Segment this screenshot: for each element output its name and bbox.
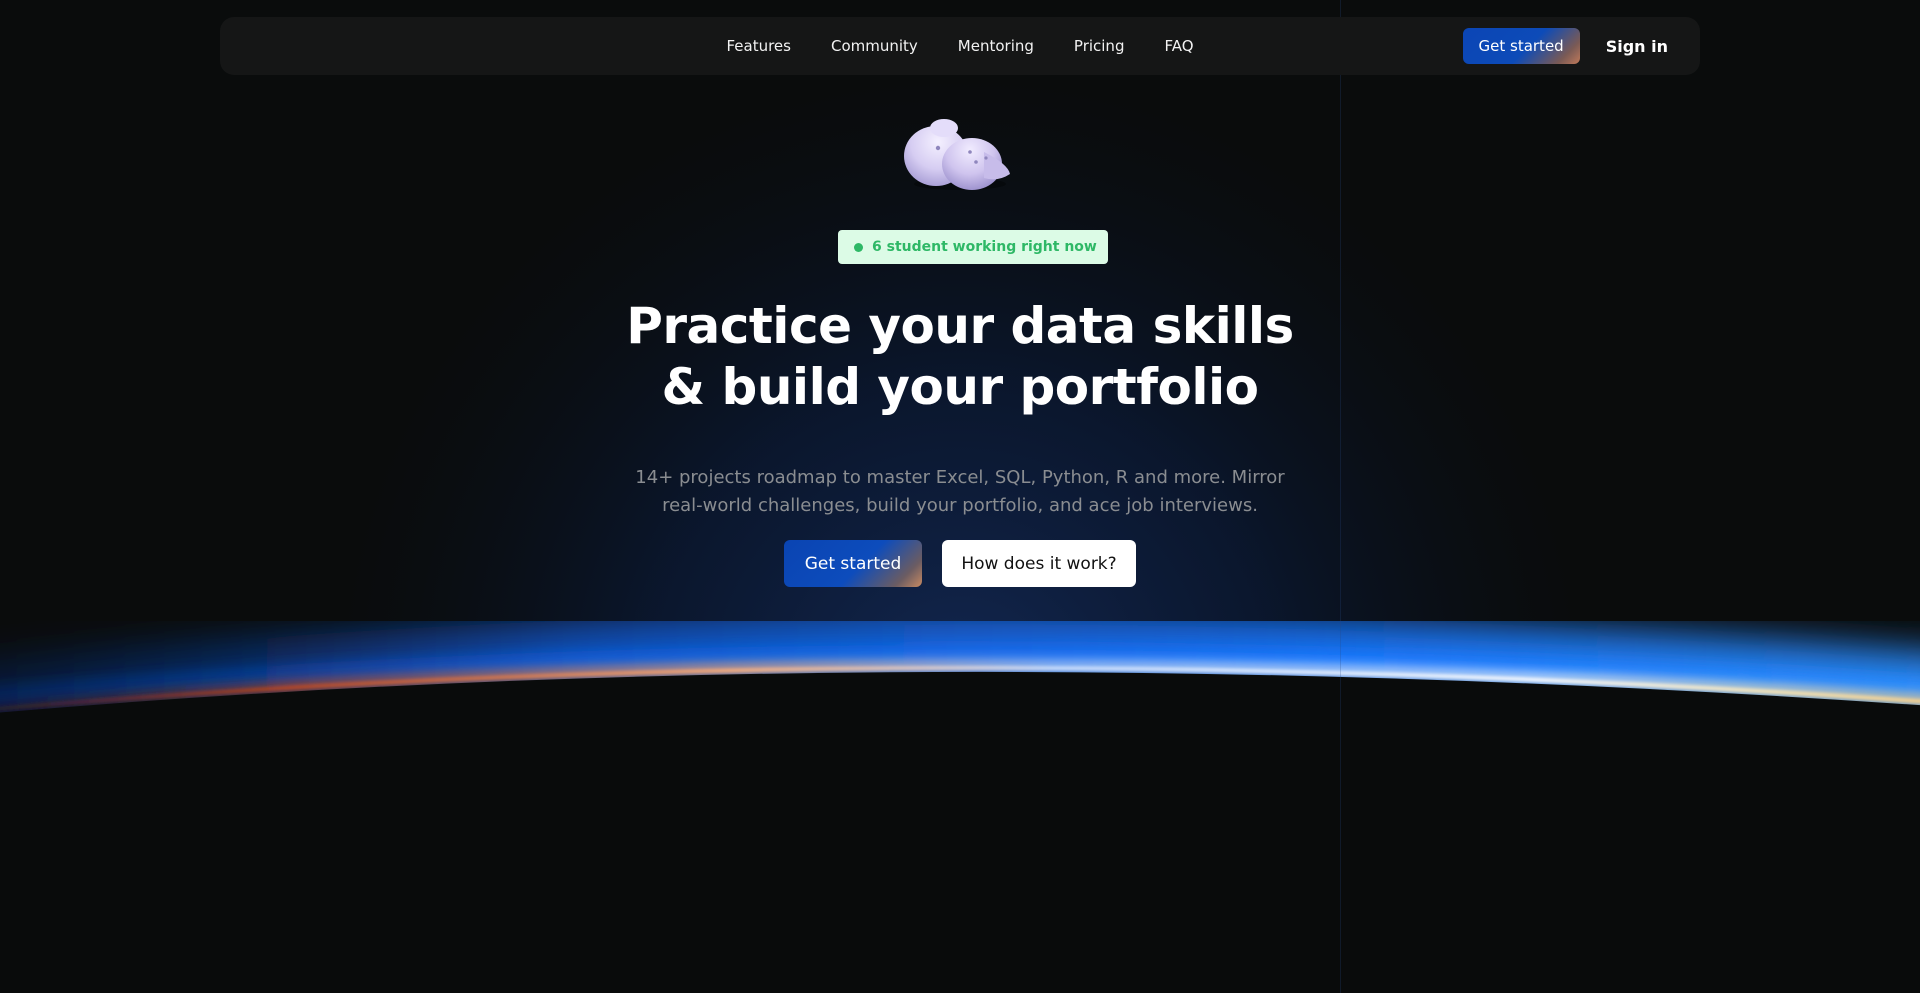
hero-cta-row: Get started How does it work? xyxy=(0,540,1920,587)
hero-get-started-button[interactable]: Get started xyxy=(784,540,922,587)
landing-page: Features Community Mentoring Pricing FAQ… xyxy=(0,0,1920,993)
live-students-text: 6 student working right now xyxy=(872,239,1097,255)
nav-link-features[interactable]: Features xyxy=(726,37,791,55)
cloud-mascot-icon xyxy=(904,119,1010,190)
hero-subtitle-line-2: real-world challenges, build your portfo… xyxy=(662,495,1258,516)
nav-get-started-button[interactable]: Get started xyxy=(1462,28,1580,64)
hero-subtitle-line-1: 14+ projects roadmap to master Excel, SQ… xyxy=(635,467,1285,488)
hero-subtitle: 14+ projects roadmap to master Excel, SQ… xyxy=(560,464,1360,520)
live-dot-icon xyxy=(854,242,863,252)
live-students-badge: 6 student working right now xyxy=(838,230,1108,264)
hero-title: Practice your data skills & build your p… xyxy=(460,296,1460,418)
top-navbar: Features Community Mentoring Pricing FAQ… xyxy=(220,17,1700,75)
sign-in-link[interactable]: Sign in xyxy=(1606,37,1668,56)
hero-title-line-2: & build your portfolio xyxy=(661,358,1259,416)
nav-link-faq[interactable]: FAQ xyxy=(1164,37,1193,55)
how-does-it-work-button[interactable]: How does it work? xyxy=(942,540,1136,587)
nav-link-community[interactable]: Community xyxy=(831,37,918,55)
nav-actions: Get started Sign in xyxy=(1462,28,1668,64)
nav-link-pricing[interactable]: Pricing xyxy=(1074,37,1125,55)
nav-link-mentoring[interactable]: Mentoring xyxy=(958,37,1034,55)
hero-title-line-1: Practice your data skills xyxy=(626,297,1294,355)
